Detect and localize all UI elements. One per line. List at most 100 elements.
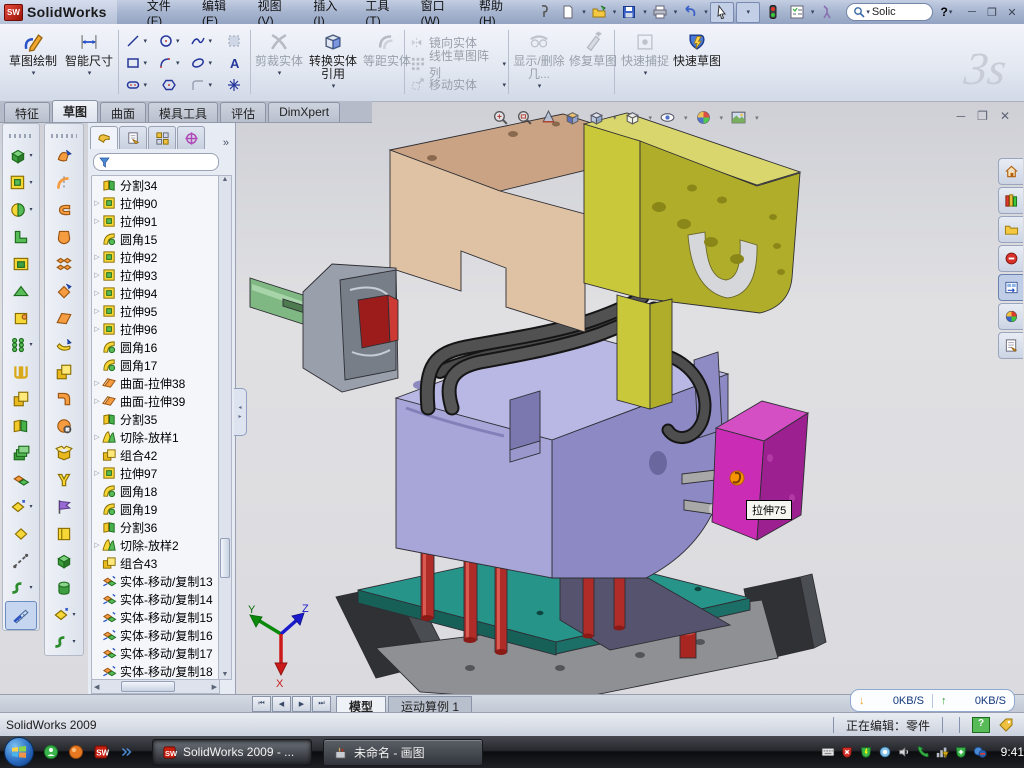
toolbar-button-ruler[interactable] bbox=[5, 601, 37, 630]
tree-item[interactable]: 实体-移动/复制15 bbox=[92, 608, 219, 626]
tree-item[interactable]: ▷拉伸93 bbox=[92, 266, 219, 284]
display-style-icon[interactable] bbox=[624, 109, 641, 126]
tree-horizontal-scrollbar[interactable]: ◀▶ bbox=[91, 679, 220, 694]
appearance-icon[interactable] bbox=[695, 109, 712, 126]
shield-plus-icon[interactable] bbox=[954, 745, 968, 759]
forum-button[interactable] bbox=[998, 245, 1023, 272]
select-button[interactable] bbox=[710, 2, 734, 23]
toolbar-button-cube-green[interactable] bbox=[45, 547, 83, 574]
sketch-tool-text[interactable]: A bbox=[218, 52, 251, 74]
dropdown-caret-icon[interactable]: ▾ bbox=[29, 584, 32, 591]
tree-item[interactable]: 圆角19 bbox=[92, 500, 219, 518]
dropdown-caret-icon[interactable]: ▾ bbox=[29, 503, 32, 510]
toolbar-button-diamond-star[interactable]: ▾ bbox=[3, 493, 39, 520]
doc-tab-运动算例 1[interactable]: 运动算例 1 bbox=[388, 696, 472, 713]
toolbar-grip[interactable] bbox=[9, 134, 33, 138]
sketch-tool-fillet-sk[interactable]: ▾ bbox=[185, 74, 218, 96]
dropdown-caret-icon[interactable]: ▾ bbox=[643, 8, 647, 16]
expander-icon[interactable]: ▷ bbox=[92, 541, 102, 549]
tab-曲面[interactable]: 曲面 bbox=[100, 102, 146, 122]
expander-icon[interactable]: ▷ bbox=[92, 469, 102, 477]
sketch-tool-arc[interactable]: ▾ bbox=[153, 52, 186, 74]
sketch-tool-ellipse[interactable]: ▾ bbox=[185, 52, 218, 74]
ball-icon[interactable] bbox=[67, 743, 85, 761]
dropdown-caret-icon[interactable]: ▾ bbox=[613, 8, 617, 16]
tab-草图[interactable]: 草图 bbox=[52, 100, 98, 122]
toolbar-button-flag[interactable] bbox=[45, 493, 83, 520]
toolbar-button-y-shape[interactable] bbox=[45, 466, 83, 493]
dropdown-caret-icon[interactable]: ▾ bbox=[649, 114, 653, 122]
file-explorer-button[interactable] bbox=[998, 216, 1023, 243]
sync-icon[interactable] bbox=[973, 745, 987, 759]
scene-icon[interactable] bbox=[730, 109, 747, 126]
restore-button[interactable]: ❐ bbox=[982, 4, 1002, 20]
tree-item[interactable]: ▷拉伸91 bbox=[92, 212, 219, 230]
scroll-thumb[interactable] bbox=[121, 681, 175, 692]
tree-item[interactable]: ▷拉伸97 bbox=[92, 464, 219, 482]
dropdown-caret-icon[interactable]: ▾ bbox=[811, 8, 815, 16]
feature-tree[interactable] bbox=[90, 126, 118, 149]
expander-icon[interactable]: ▷ bbox=[92, 397, 102, 405]
tree-item[interactable]: 实体-移动/复制13 bbox=[92, 572, 219, 590]
dropdown-caret-icon[interactable]: ▾ bbox=[684, 114, 688, 122]
toolbar-button-cube-inset[interactable] bbox=[3, 250, 39, 277]
toolbar-button-squiggle[interactable]: ▾ bbox=[45, 628, 83, 655]
tree-item[interactable]: 实体-移动/复制18 bbox=[92, 662, 219, 680]
tree-tabs-more[interactable]: » bbox=[219, 137, 233, 149]
expander-icon[interactable]: ▷ bbox=[92, 271, 102, 279]
expander-icon[interactable]: ▷ bbox=[92, 199, 102, 207]
net-warning-icon[interactable]: ! bbox=[935, 745, 949, 759]
toolbar-button-move[interactable] bbox=[3, 466, 39, 493]
rotate-icon[interactable] bbox=[564, 109, 581, 126]
red-shield-icon[interactable] bbox=[840, 745, 854, 759]
sketch-tool-slot[interactable]: ▾ bbox=[120, 74, 153, 96]
hide-show-icon[interactable] bbox=[659, 109, 676, 126]
toolbar-button-books[interactable] bbox=[3, 412, 39, 439]
toolbar-button-elbow[interactable] bbox=[45, 385, 83, 412]
sketch-tool-rect[interactable]: ▾ bbox=[120, 52, 153, 74]
expander-icon[interactable]: ▷ bbox=[92, 217, 102, 225]
toolbar-button-open-box[interactable] bbox=[45, 439, 83, 466]
expander-icon[interactable]: ▷ bbox=[92, 289, 102, 297]
dropdown-caret-icon[interactable]: ▾ bbox=[755, 114, 759, 122]
doc-minimize-button[interactable]: ─ bbox=[957, 109, 966, 123]
toolbar-button-banana[interactable] bbox=[45, 331, 83, 358]
pin-button[interactable] bbox=[533, 3, 555, 22]
tab-特征[interactable]: 特征 bbox=[4, 102, 50, 122]
tab-模具工具[interactable]: 模具工具 bbox=[148, 102, 218, 122]
tree-item[interactable]: 组合43 bbox=[92, 554, 219, 572]
save-button[interactable] bbox=[618, 3, 640, 22]
tab-DimXpert[interactable]: DimXpert bbox=[268, 102, 340, 122]
toolbar-button-arc-dash[interactable] bbox=[45, 169, 83, 196]
expander-icon[interactable]: ▷ bbox=[92, 307, 102, 315]
sketch-entities-grid[interactable]: ▾▾▾▾▾▾A▾▾ bbox=[120, 30, 250, 96]
panel-splitter-handle[interactable]: ◂▸ bbox=[234, 388, 247, 436]
sketch-tool-region[interactable] bbox=[218, 30, 251, 52]
taskbar-clock[interactable]: 9:41 bbox=[1001, 745, 1024, 759]
solidworks-icon[interactable]: SW bbox=[92, 743, 110, 761]
tree-item[interactable]: ▷曲面-拉伸39 bbox=[92, 392, 219, 410]
tree-item[interactable]: ▷拉伸95 bbox=[92, 302, 219, 320]
ribbon-button-快速草图[interactable]: 快速草图 bbox=[670, 27, 724, 97]
tree-item[interactable]: ▷拉伸94 bbox=[92, 284, 219, 302]
home-button[interactable] bbox=[998, 158, 1023, 185]
phone-icon[interactable] bbox=[916, 745, 930, 759]
dropdown-caret-icon[interactable]: ▾ bbox=[29, 152, 32, 159]
tab-评估[interactable]: 评估 bbox=[220, 102, 266, 122]
toolbar-button-sphere-x[interactable] bbox=[45, 412, 83, 439]
search-input[interactable] bbox=[870, 5, 926, 19]
tree-item[interactable]: 实体-移动/复制14 bbox=[92, 590, 219, 608]
start-button[interactable] bbox=[4, 737, 34, 767]
toolbar-button-cubes2[interactable] bbox=[3, 385, 39, 412]
toolbar-button-book[interactable] bbox=[45, 520, 83, 547]
sketch-tool-polygon[interactable] bbox=[153, 74, 186, 96]
dropdown-caret-icon[interactable]: ▾ bbox=[704, 8, 708, 16]
green-shield-icon[interactable] bbox=[859, 745, 873, 759]
network-speed-widget[interactable]: ↓0KB/S ↑0KB/S bbox=[850, 689, 1015, 712]
toolbar-button-cubes2[interactable] bbox=[45, 358, 83, 385]
undo-button[interactable] bbox=[679, 3, 701, 22]
property-manager[interactable] bbox=[119, 126, 147, 149]
toolbar-button-shield[interactable] bbox=[45, 223, 83, 250]
quick-tips-icon[interactable]: ? bbox=[972, 717, 990, 733]
tag-icon[interactable] bbox=[998, 718, 1014, 732]
